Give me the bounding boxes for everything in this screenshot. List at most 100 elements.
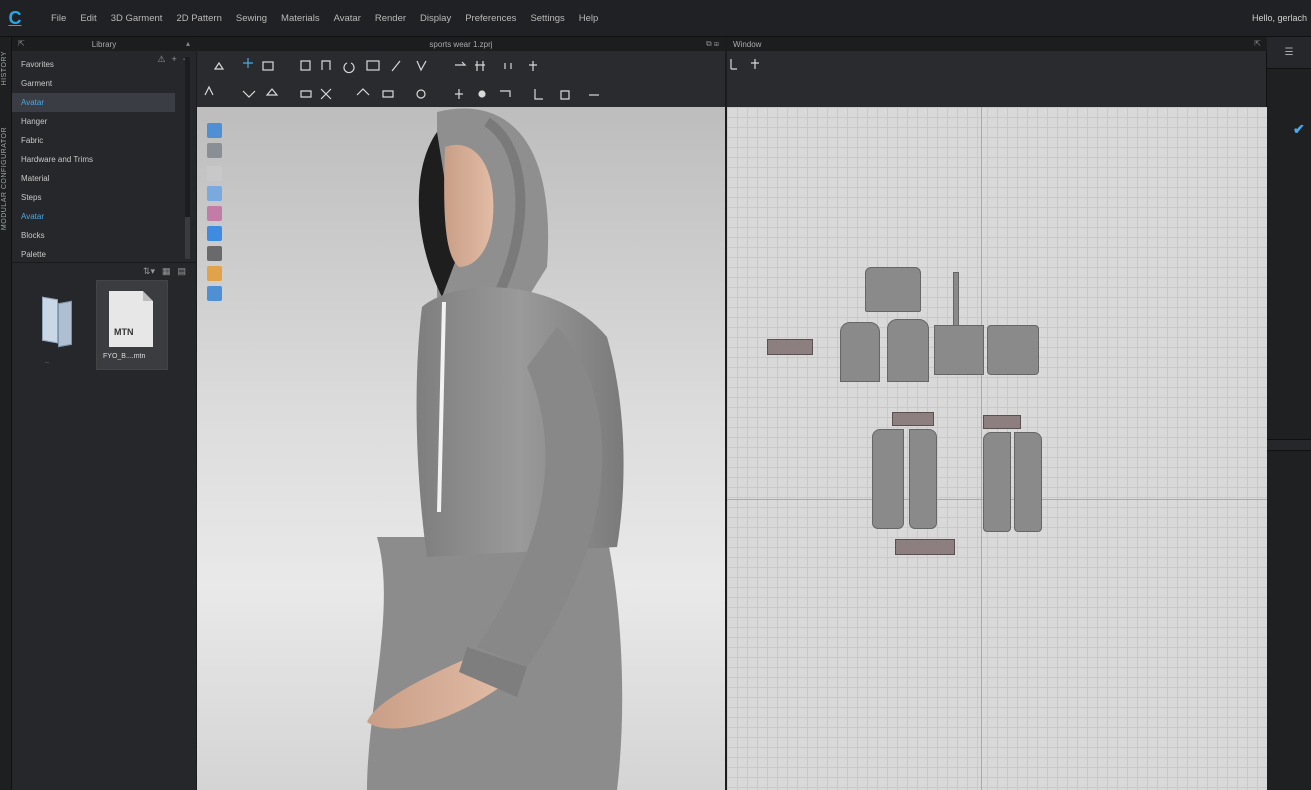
right-panel: ☰ ✔ [1267, 37, 1311, 790]
menu-materials[interactable]: Materials [274, 13, 327, 24]
library-header: ⇱ Library ▴ [12, 37, 196, 51]
pattern-sleeve-right[interactable] [887, 319, 929, 382]
select-tool-icon [213, 61, 225, 70]
menu-help[interactable]: Help [572, 13, 606, 24]
zipper-icon [504, 63, 512, 69]
strain-map-icon[interactable] [207, 206, 222, 221]
library-item-material[interactable]: Material [12, 169, 175, 188]
fold-tool-icon [321, 60, 331, 70]
tab-modular-configurator[interactable]: MODULAR CONFIGURATOR [1, 127, 8, 230]
pattern-hood[interactable] [865, 267, 921, 312]
arrange-icon [242, 90, 256, 98]
sewing-icon [300, 90, 312, 98]
button-tool-icon [475, 61, 485, 71]
pin-icon[interactable]: ▴ [186, 39, 190, 48]
pattern-back[interactable] [934, 325, 984, 375]
ruler-tool-icon [730, 59, 737, 70]
menu-render[interactable]: Render [368, 13, 413, 24]
transform-tool-icon [243, 58, 253, 68]
particle-icon[interactable] [207, 186, 222, 201]
menu-items: File Edit 3D Garment 2D Pattern Sewing M… [44, 13, 605, 24]
tab-history[interactable]: HISTORY [1, 51, 8, 85]
undock-icon[interactable]: ⇱ [18, 39, 25, 48]
menu-avatar[interactable]: Avatar [327, 13, 368, 24]
menu-preferences[interactable]: Preferences [458, 13, 523, 24]
side-tab-strip: HISTORY MODULAR CONFIGURATOR [0, 37, 12, 790]
library-item-blocks[interactable]: Blocks [12, 226, 175, 245]
3d-side-toolbar [207, 123, 225, 306]
pattern-pants-front-right[interactable] [909, 429, 937, 529]
pin-pattern-icon [751, 59, 759, 69]
list-icon[interactable]: ☰ [1285, 47, 1294, 58]
pattern-pants-back-right[interactable] [1014, 432, 1042, 532]
menu-edit[interactable]: Edit [73, 13, 103, 24]
fit-map-icon[interactable] [207, 226, 222, 241]
library-scrollbar[interactable] [185, 57, 190, 259]
library-item-hardware[interactable]: Hardware and Trims [12, 150, 175, 169]
2d-pattern-canvas[interactable] [727, 107, 1267, 790]
pattern-hood-strip[interactable] [953, 272, 959, 327]
pattern-front[interactable] [987, 325, 1039, 375]
menu-display[interactable]: Display [413, 13, 458, 24]
menu-sewing[interactable]: Sewing [229, 13, 274, 24]
3d-garment-window: sports wear 1.zprj ⧉ ⊞ [197, 37, 725, 790]
window-controls-icon[interactable]: ⧉ ⊞ [706, 39, 719, 49]
3d-toolbar [197, 51, 725, 107]
3d-window-title: sports wear 1.zprj [429, 39, 493, 49]
pattern-waistband-2[interactable] [983, 415, 1021, 429]
library-item-palette[interactable]: Palette [12, 245, 175, 264]
2d-toolbar-icons[interactable] [727, 51, 1267, 107]
library-item-avatar-2[interactable]: Avatar [12, 207, 175, 226]
app-logo[interactable]: C [0, 0, 30, 37]
avatar-view-icon[interactable] [207, 123, 222, 138]
panel-splitter[interactable] [1267, 439, 1311, 451]
library-item-steps[interactable]: Steps [12, 188, 175, 207]
user-greeting[interactable]: Hello, gerlach [1252, 13, 1307, 23]
pattern-band-left[interactable] [767, 339, 813, 355]
texture-view-icon[interactable] [207, 143, 222, 158]
library-title: Library [91, 39, 117, 49]
menu-settings[interactable]: Settings [523, 13, 571, 24]
file-browser: .. MTN FYO_B....mtn [12, 280, 196, 400]
pattern-pants-back-left[interactable] [983, 432, 1011, 532]
checkmark-icon[interactable]: ✔ [1293, 121, 1305, 138]
add-point-icon [455, 89, 463, 99]
3d-viewport[interactable] [197, 107, 725, 790]
sort-icon[interactable]: ⇅▾ [143, 266, 155, 277]
menu-3d-garment[interactable]: 3D Garment [104, 13, 170, 24]
garment-display-icon[interactable] [207, 166, 222, 181]
cut-icon [320, 88, 332, 100]
library-item-favorites[interactable]: Favorites [12, 55, 175, 74]
pattern-pants-front-left[interactable] [872, 429, 904, 529]
light-icon[interactable] [207, 266, 222, 281]
fit-icon [265, 88, 279, 96]
document-icon: MTN [109, 291, 153, 347]
library-item-garment[interactable]: Garment [12, 74, 175, 93]
menu-bar: C File Edit 3D Garment 2D Pattern Sewing… [0, 0, 1311, 37]
2d-window-header: Window ⇱ [727, 37, 1267, 51]
pattern-cuff-band[interactable] [895, 539, 955, 555]
folder-icon [42, 296, 58, 344]
camera-view-icon[interactable] [207, 286, 222, 301]
scrollbar-thumb[interactable] [185, 217, 190, 259]
measure-icon [416, 60, 427, 72]
ruler-icon[interactable] [207, 246, 222, 261]
parent-folder[interactable] [42, 296, 76, 353]
library-item-hanger[interactable]: Hanger [12, 112, 175, 131]
library-item-fabric[interactable]: Fabric [12, 131, 175, 150]
add-icon[interactable]: + [171, 54, 176, 65]
canvas-y-axis [981, 107, 982, 790]
menu-2d-pattern[interactable]: 2D Pattern [169, 13, 228, 24]
library-item-avatar[interactable]: Avatar [12, 93, 175, 112]
list-view-icon[interactable]: ▤ [177, 266, 186, 277]
grid-view-icon[interactable]: ▦ [162, 266, 171, 277]
warning-icon[interactable]: ⚠ [157, 54, 165, 65]
window-float-icon[interactable]: ⇱ [1254, 39, 1261, 48]
pattern-sleeve-left[interactable] [840, 322, 880, 382]
menu-file[interactable]: File [44, 13, 73, 24]
file-item[interactable]: MTN FYO_B....mtn [96, 280, 168, 370]
3d-toolbar-icons[interactable] [197, 51, 725, 107]
pin-tool-icon [529, 61, 537, 71]
pattern-waistband-1[interactable] [892, 412, 934, 426]
record-icon [478, 90, 486, 98]
